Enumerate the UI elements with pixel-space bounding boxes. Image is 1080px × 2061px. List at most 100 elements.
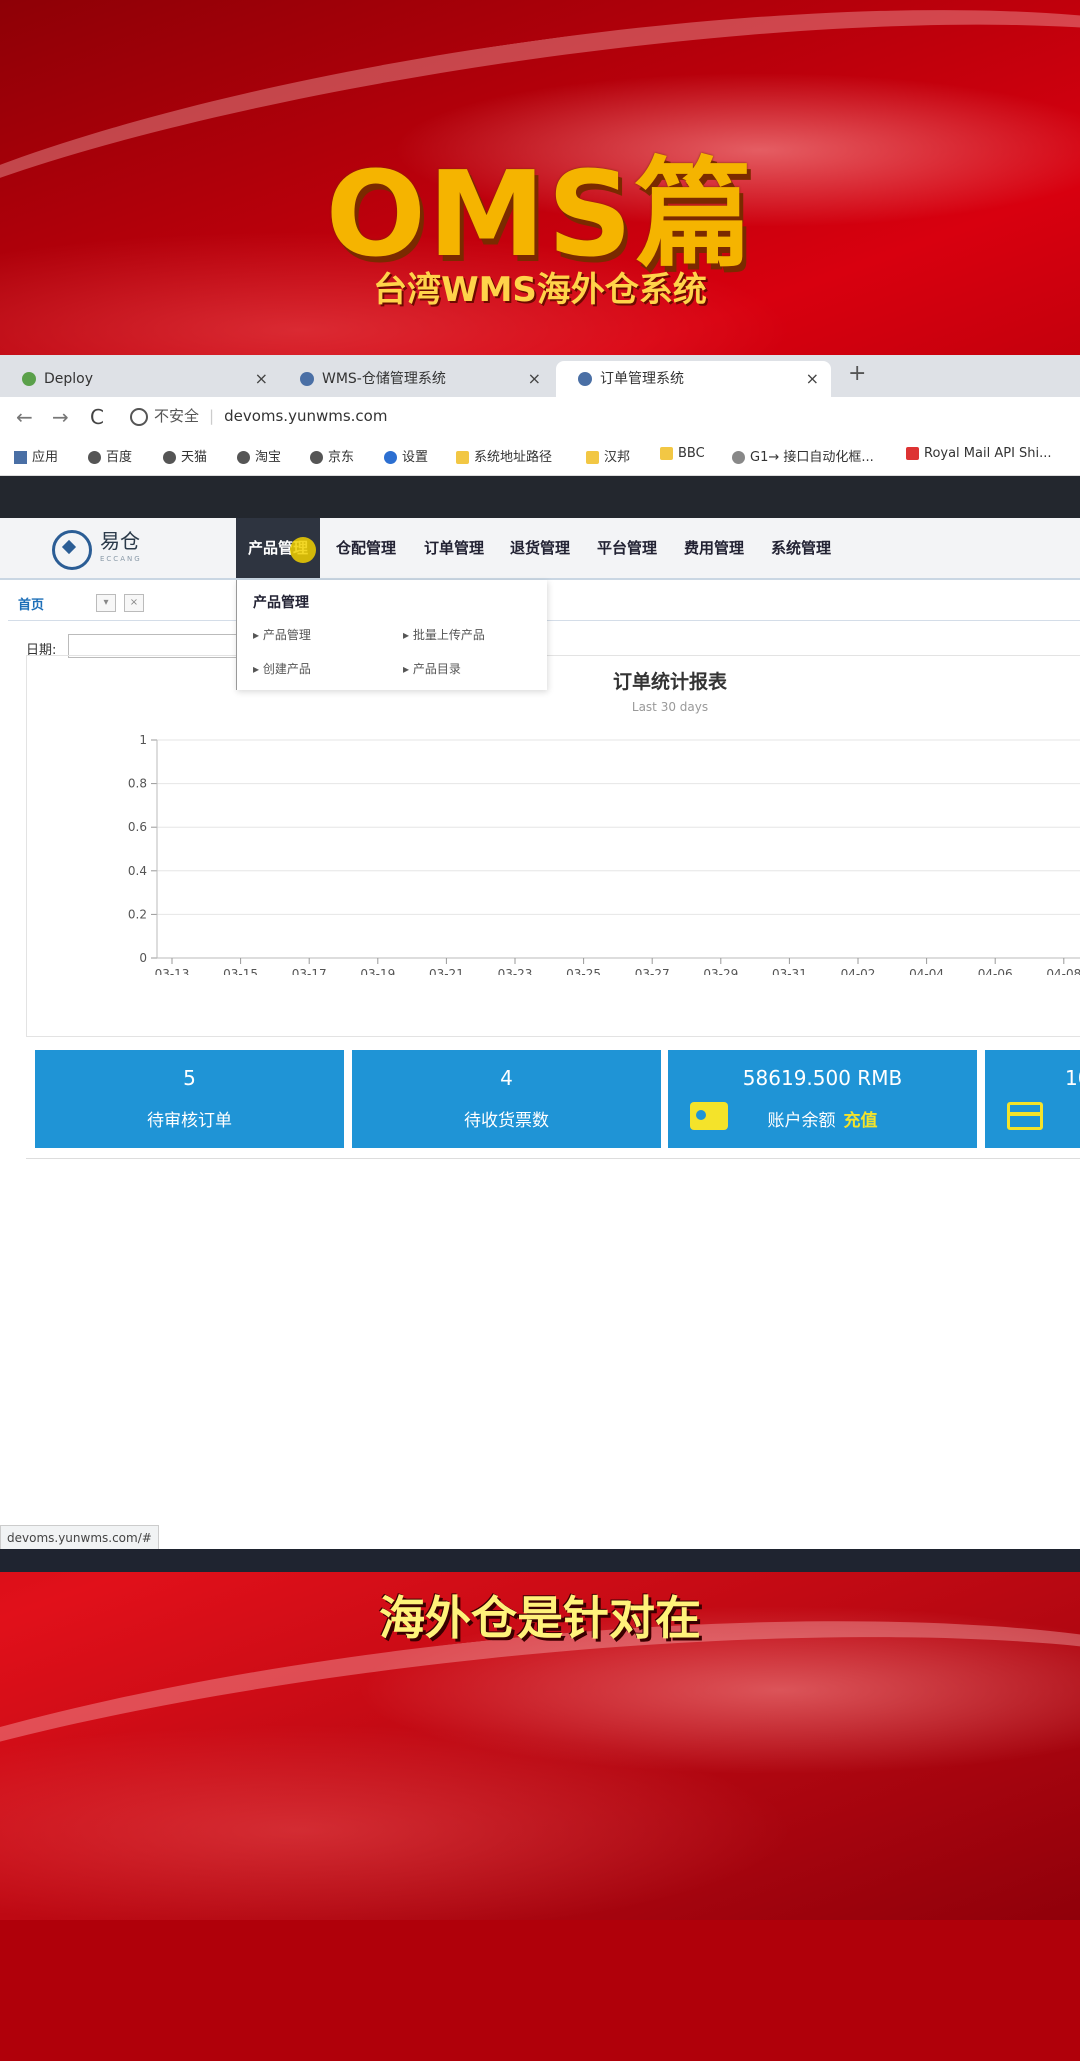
- bookmark-royal-mail[interactable]: Royal Mail API Shi...: [906, 446, 1052, 461]
- dropdown-item-catalog[interactable]: ▸ 产品目录: [403, 660, 461, 677]
- bookmark-system-path[interactable]: 系统地址路径: [456, 446, 552, 465]
- bookmark-bbc[interactable]: BBC: [660, 446, 705, 461]
- x-tick-label: 04-08: [1046, 967, 1080, 975]
- recharge-link[interactable]: 充值: [844, 1111, 878, 1131]
- card-label: 账户余额: [767, 1111, 836, 1131]
- info-icon: [130, 407, 148, 426]
- tab-close-icon[interactable]: ×: [528, 361, 541, 397]
- menu-platform[interactable]: 平台管理: [597, 518, 657, 578]
- card-label: 待审核订单: [147, 1111, 232, 1131]
- url-text: devoms.yunwms.com: [224, 407, 388, 425]
- browser-tab-oms[interactable]: 订单管理系统 ×: [556, 361, 831, 397]
- app-logo[interactable]: 易仓 ECCANG: [52, 530, 142, 570]
- bookmark-jd[interactable]: 京东: [310, 446, 354, 465]
- y-tick-label: 0.2: [128, 907, 147, 921]
- menu-returns[interactable]: 退货管理: [510, 518, 570, 578]
- credit-card-icon: [1007, 1102, 1043, 1130]
- reload-icon[interactable]: C: [90, 405, 104, 429]
- y-tick-label: 1: [139, 733, 147, 747]
- x-tick-label: 04-04: [909, 967, 944, 975]
- menu-fees[interactable]: 费用管理: [684, 518, 744, 578]
- y-tick-label: 0.4: [128, 864, 147, 878]
- y-tick-label: 0.6: [128, 820, 147, 834]
- royal-mail-icon: [906, 447, 919, 460]
- folder-icon: [586, 451, 599, 464]
- x-tick-label: 04-06: [978, 967, 1013, 975]
- browser-tabbar: Deploy × WMS-仓储管理系统 × 订单管理系统 × +: [0, 355, 1080, 397]
- globe-icon: [163, 451, 176, 464]
- y-tick-label: 0.8: [128, 777, 147, 791]
- globe-icon: [88, 451, 101, 464]
- tab-favicon-icon: [300, 372, 314, 386]
- globe-icon: [310, 451, 323, 464]
- folder-icon: [456, 451, 469, 464]
- tab-close-icon[interactable]: ×: [255, 361, 268, 397]
- order-stats-chart: 0 0.2 0.4 0.6 0.8 1 03-13 03-15 03-17 03-19 03-21 0…: [128, 733, 1080, 975]
- x-tick-label: 03-29: [703, 967, 738, 975]
- product-menu-dropdown: 产品管理 ▸ 产品管理 ▸ 批量上传产品 ▸ 创建产品 ▸ 产品目录: [236, 580, 547, 690]
- tab-home[interactable]: 首页: [18, 594, 44, 613]
- dropdown-title: 产品管理: [253, 595, 309, 611]
- status-bar-url: devoms.yunwms.com/#: [0, 1525, 159, 1551]
- new-tab-icon[interactable]: +: [848, 361, 866, 386]
- dropdown-item-product-manage[interactable]: ▸ 产品管理: [253, 626, 311, 643]
- logo-icon: [52, 530, 92, 570]
- card-fourth[interactable]: 10: [985, 1050, 1080, 1148]
- browser-tab-deploy[interactable]: Deploy ×: [0, 361, 280, 397]
- x-tick-label: 03-23: [498, 967, 533, 975]
- dropdown-item-bulk-upload[interactable]: ▸ 批量上传产品: [403, 626, 485, 643]
- x-tick-label: 03-13: [155, 967, 190, 975]
- video-caption: 海外仓是针对在: [379, 1591, 701, 1645]
- bookmark-taobao[interactable]: 淘宝: [237, 446, 281, 465]
- x-tick-label: 03-27: [635, 967, 670, 975]
- screen-recording: Deploy × WMS-仓储管理系统 × 订单管理系统 × + ← → C 不…: [0, 355, 1080, 1572]
- link-icon: [732, 451, 745, 464]
- bookmark-baidu[interactable]: 百度: [88, 446, 132, 465]
- address-field[interactable]: 不安全 | devoms.yunwms.com: [130, 401, 1070, 431]
- card-value: 4: [500, 1066, 513, 1090]
- bookmark-apps[interactable]: 应用: [14, 446, 58, 465]
- card-account-balance[interactable]: 58619.500 RMB 账户余额 充值: [668, 1050, 977, 1148]
- gear-icon: [384, 451, 397, 464]
- x-tick-label: 03-15: [223, 967, 258, 975]
- app-topbar: [0, 476, 1080, 518]
- menu-orders[interactable]: 订单管理: [424, 518, 484, 578]
- menu-system[interactable]: 系统管理: [771, 518, 831, 578]
- globe-icon: [237, 451, 250, 464]
- taskbar: [0, 1549, 1080, 1572]
- address-bar-row: ← → C 不安全 | devoms.yunwms.com: [0, 397, 1080, 435]
- mouse-cursor-highlight: [290, 537, 316, 563]
- tab-favicon-icon: [578, 372, 592, 386]
- folder-icon: [660, 447, 673, 460]
- apps-grid-icon: [14, 451, 27, 464]
- chart-title: 订单统计报表: [612, 671, 727, 693]
- video-subheadline: 台湾WMS海外仓系统: [373, 270, 707, 310]
- browser-tab-wms[interactable]: WMS-仓储管理系统 ×: [278, 361, 553, 397]
- card-pending-receipts[interactable]: 4 待收货票数: [352, 1050, 661, 1148]
- back-icon[interactable]: ←: [16, 405, 33, 429]
- menu-warehouse[interactable]: 仓配管理: [336, 518, 396, 578]
- tab-dropdown-icon[interactable]: ▾: [96, 594, 116, 612]
- card-label: 待收货票数: [464, 1111, 549, 1131]
- card-pending-orders[interactable]: 5 待审核订单: [35, 1050, 344, 1148]
- x-tick-label: 03-21: [429, 967, 464, 975]
- tab-close-icon[interactable]: ×: [806, 361, 819, 397]
- card-value: 58619.500 RMB: [742, 1066, 903, 1090]
- bookmark-settings[interactable]: 设置: [384, 446, 428, 465]
- y-tick-label: 0: [139, 951, 147, 965]
- tab-favicon-icon: [22, 372, 36, 386]
- bookmark-tmall[interactable]: 天猫: [163, 446, 207, 465]
- security-label: 不安全: [154, 407, 200, 425]
- tab-title: 订单管理系统: [600, 371, 684, 387]
- card-value: 10: [1065, 1066, 1080, 1090]
- bookmark-g1[interactable]: G1→ 接口自动化框...: [732, 446, 874, 465]
- app-main-nav: 易仓 ECCANG 产品管理 仓配管理 订单管理 退货管理 平台管理 费用管理 系…: [0, 518, 1080, 580]
- bookmark-hanbang[interactable]: 汉邦: [586, 446, 630, 465]
- forward-icon[interactable]: →: [52, 405, 69, 429]
- tab-title: Deploy: [44, 371, 94, 387]
- tab-close-all-icon[interactable]: ×: [124, 594, 144, 612]
- bookmarks-bar: 应用 百度 天猫 淘宝 京东 设置 系统地址路径 汉邦 BBC G1→ 接口自动…: [0, 435, 1080, 476]
- card-value: 5: [183, 1066, 196, 1090]
- x-tick-label: 03-19: [360, 967, 395, 975]
- dropdown-item-create-product[interactable]: ▸ 创建产品: [253, 660, 311, 677]
